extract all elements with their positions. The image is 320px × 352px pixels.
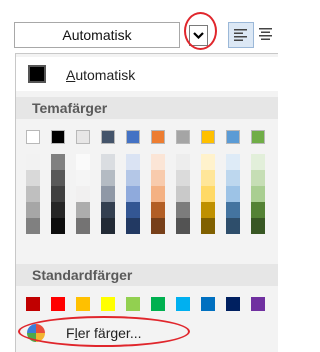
theme-tint-swatch[interactable]	[201, 202, 215, 218]
theme-tint-swatch[interactable]	[151, 186, 165, 202]
more-colors-option[interactable]: Fler färger...	[16, 316, 278, 352]
theme-tint-swatch[interactable]	[226, 170, 240, 186]
standard-color-swatch[interactable]	[101, 297, 115, 311]
theme-tint-swatch[interactable]	[26, 186, 40, 202]
theme-tint-swatch[interactable]	[101, 170, 115, 186]
font-color-menu: Automatisk Temafärger Standardfärger Fle…	[15, 53, 278, 352]
highlight-circle-annotation	[184, 12, 217, 50]
theme-color-swatch[interactable]	[176, 130, 190, 144]
theme-tint-swatch[interactable]	[26, 202, 40, 218]
theme-tint-swatch[interactable]	[126, 170, 140, 186]
theme-color-swatch[interactable]	[226, 130, 240, 144]
theme-tint-swatch[interactable]	[176, 186, 190, 202]
theme-tint-swatch[interactable]	[76, 170, 90, 186]
theme-tint-swatch[interactable]	[126, 186, 140, 202]
theme-tint-swatch[interactable]	[176, 218, 190, 234]
align-left-button[interactable]	[228, 22, 254, 48]
theme-color-swatch[interactable]	[76, 130, 90, 144]
theme-tint-swatch[interactable]	[26, 154, 40, 170]
theme-tint-swatch[interactable]	[251, 170, 265, 186]
standard-color-swatch[interactable]	[201, 297, 215, 311]
theme-tint-swatch[interactable]	[201, 218, 215, 234]
theme-tint-swatch[interactable]	[76, 218, 90, 234]
theme-tint-swatch[interactable]	[26, 218, 40, 234]
theme-tint-swatch[interactable]	[176, 202, 190, 218]
theme-tint-column	[51, 154, 65, 234]
theme-tint-swatch[interactable]	[176, 154, 190, 170]
theme-tint-swatch[interactable]	[251, 186, 265, 202]
theme-tint-swatch[interactable]	[51, 154, 65, 170]
theme-color-swatch[interactable]	[51, 130, 65, 144]
font-color-picker[interactable]: Automatisk	[14, 22, 180, 48]
theme-tint-swatch[interactable]	[126, 218, 140, 234]
standard-color-swatch[interactable]	[26, 297, 40, 311]
theme-tint-column	[201, 154, 215, 234]
theme-tint-column	[126, 154, 140, 234]
theme-color-swatch[interactable]	[201, 130, 215, 144]
theme-tint-swatch[interactable]	[101, 202, 115, 218]
automatic-color-option[interactable]: Automatisk	[16, 57, 278, 91]
theme-tint-column	[176, 154, 190, 234]
align-center-button[interactable]	[254, 22, 278, 46]
standard-color-swatch[interactable]	[126, 297, 140, 311]
theme-tint-swatch[interactable]	[201, 170, 215, 186]
align-center-icon	[259, 28, 272, 40]
automatic-color-swatch	[28, 65, 46, 83]
automatic-color-label: Automatisk	[66, 67, 136, 83]
theme-tint-swatch[interactable]	[251, 202, 265, 218]
theme-tint-column	[101, 154, 115, 234]
theme-tint-swatch[interactable]	[226, 218, 240, 234]
theme-colors-heading: Temafärger	[16, 97, 278, 119]
highlight-ellipse-annotation	[18, 316, 190, 347]
standard-color-swatch[interactable]	[151, 297, 165, 311]
theme-color-swatch[interactable]	[26, 130, 40, 144]
align-left-icon	[234, 29, 247, 41]
theme-color-swatch[interactable]	[151, 130, 165, 144]
standard-colors-heading: Standardfärger	[16, 264, 278, 286]
font-color-value: Automatisk	[62, 27, 132, 43]
theme-tint-swatch[interactable]	[51, 202, 65, 218]
theme-tint-swatch[interactable]	[76, 186, 90, 202]
theme-color-swatch[interactable]	[126, 130, 140, 144]
theme-tint-swatch[interactable]	[226, 202, 240, 218]
theme-tint-swatch[interactable]	[51, 218, 65, 234]
theme-tint-swatch[interactable]	[226, 154, 240, 170]
theme-tint-column	[76, 154, 90, 234]
theme-tint-column	[151, 154, 165, 234]
font-color-toolbar: Automatisk	[14, 12, 274, 50]
standard-color-swatch[interactable]	[51, 297, 65, 311]
theme-tint-swatch[interactable]	[251, 154, 265, 170]
theme-tint-swatch[interactable]	[151, 202, 165, 218]
theme-tint-swatch[interactable]	[201, 186, 215, 202]
theme-color-swatch[interactable]	[101, 130, 115, 144]
theme-tint-column	[226, 154, 240, 234]
standard-color-swatch[interactable]	[176, 297, 190, 311]
theme-tint-swatch[interactable]	[126, 202, 140, 218]
theme-tint-swatch[interactable]	[101, 154, 115, 170]
theme-tint-swatch[interactable]	[151, 170, 165, 186]
theme-tint-swatch[interactable]	[51, 170, 65, 186]
theme-tint-swatch[interactable]	[251, 218, 265, 234]
theme-tint-swatch[interactable]	[76, 202, 90, 218]
theme-color-swatch[interactable]	[251, 130, 265, 144]
theme-tint-column	[251, 154, 265, 234]
theme-tint-swatch[interactable]	[101, 186, 115, 202]
theme-tint-swatch[interactable]	[201, 154, 215, 170]
standard-color-swatch[interactable]	[76, 297, 90, 311]
theme-tint-swatch[interactable]	[176, 170, 190, 186]
theme-tint-swatch[interactable]	[226, 186, 240, 202]
theme-tint-column	[26, 154, 40, 234]
theme-tint-swatch[interactable]	[151, 154, 165, 170]
standard-color-swatch[interactable]	[226, 297, 240, 311]
theme-tint-swatch[interactable]	[26, 170, 40, 186]
theme-tint-swatch[interactable]	[126, 154, 140, 170]
theme-tint-swatch[interactable]	[101, 218, 115, 234]
standard-color-swatch[interactable]	[251, 297, 265, 311]
theme-tint-swatch[interactable]	[76, 154, 90, 170]
theme-tint-swatch[interactable]	[151, 218, 165, 234]
theme-tint-swatch[interactable]	[51, 186, 65, 202]
